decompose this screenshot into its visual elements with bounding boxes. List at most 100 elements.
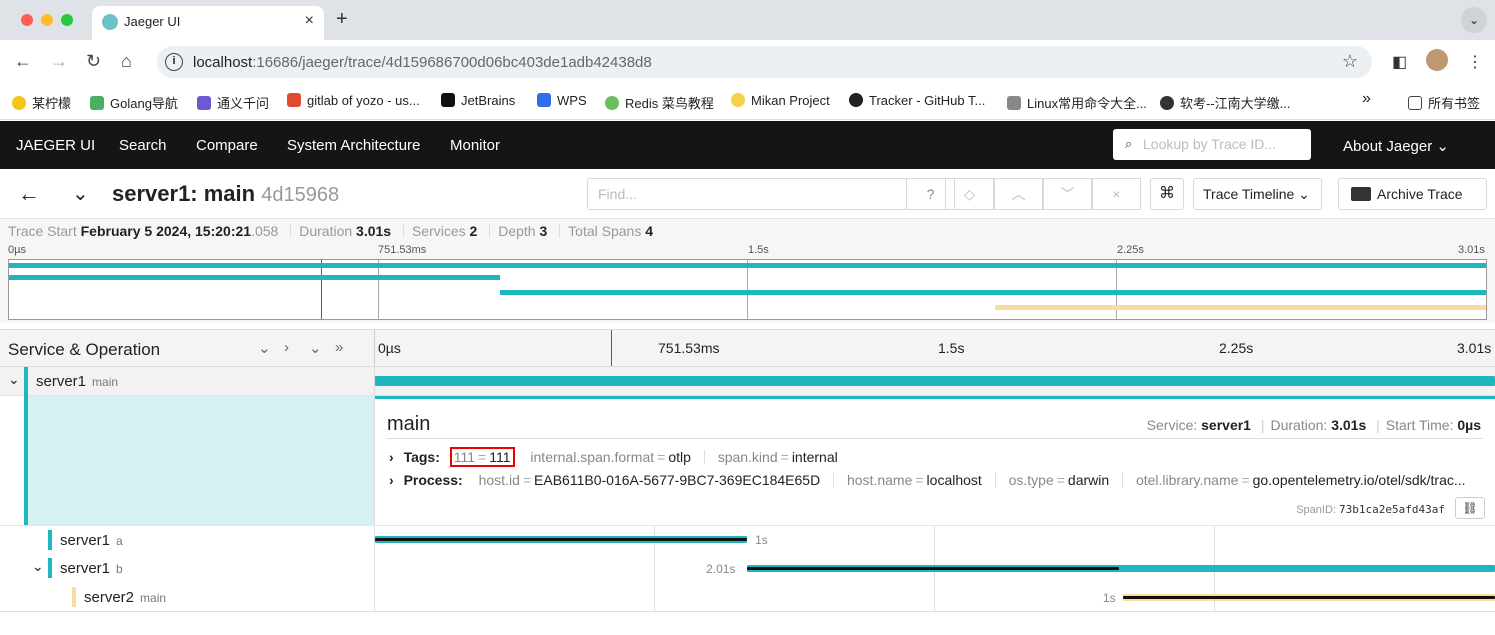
- nav-monitor-link[interactable]: Monitor: [450, 137, 500, 154]
- jaeger-favicon-icon: [102, 14, 118, 30]
- bookmark-item[interactable]: Tracker - GitHub T...: [849, 93, 985, 108]
- span-name-cell[interactable]: ⌄ server1 main: [0, 367, 375, 396]
- nav-system-architecture-link[interactable]: System Architecture: [287, 137, 420, 154]
- minimap-span-bar: [9, 275, 500, 280]
- collapse-all-icon[interactable]: »: [335, 339, 343, 356]
- archive-trace-button[interactable]: Archive Trace: [1338, 178, 1487, 210]
- process-item: host.id = EAB611B0-016A-5677-9BC7-369EC184…: [478, 472, 821, 488]
- process-item: otel.library.name = go.opentelemetry.io/ot…: [1135, 472, 1466, 488]
- service-operation-heading: Service & Operation: [8, 340, 161, 359]
- back-icon[interactable]: ←: [14, 51, 32, 72]
- zoom-window-button[interactable]: [61, 14, 73, 26]
- trace-short-id: 4d15968: [261, 184, 340, 206]
- bookmark-item[interactable]: 通义千问: [197, 93, 269, 112]
- timeline-tick: 3.01s: [1457, 340, 1492, 356]
- copy-link-icon[interactable]: ⛓: [1455, 497, 1485, 519]
- trace-stats: Trace Start February 5 2024, 15:20:21.05…: [0, 219, 1495, 243]
- timeline-tick: 1.5s: [938, 340, 965, 356]
- bookmark-item[interactable]: WPS: [537, 93, 587, 108]
- trace-id-input[interactable]: [1143, 133, 1303, 155]
- span-detail-name: main: [387, 413, 431, 435]
- tab-search-icon[interactable]: ⌄: [1461, 7, 1487, 33]
- minimap-span-bar: [499, 290, 1486, 295]
- span-service-name: server2 main: [84, 589, 167, 606]
- browser-menu-icon[interactable]: ⋮: [1467, 52, 1483, 72]
- collapse-span-icon[interactable]: ⌄: [32, 558, 44, 575]
- span-name-cell[interactable]: server2 main: [0, 583, 375, 611]
- browser-tab[interactable]: Jaeger UI ×: [92, 6, 324, 40]
- new-tab-icon[interactable]: +: [336, 8, 348, 31]
- view-select[interactable]: Trace Timeline ⌄: [1193, 178, 1322, 210]
- url-text: localhost:16686/jaeger/trace/4d159686700…: [193, 54, 652, 71]
- process-row[interactable]: › Process: host.id = EAB611B0-016A-5677-9B…: [389, 472, 1466, 488]
- tags-row[interactable]: › Tags: 111 = 111 internal.span.format = otl…: [389, 447, 838, 467]
- expand-one-icon[interactable]: ›: [284, 339, 289, 356]
- jaeger-brand-link[interactable]: JAEGER UI: [16, 137, 95, 154]
- close-tab-icon[interactable]: ×: [305, 12, 314, 30]
- prev-result-icon[interactable]: ︿: [994, 178, 1043, 210]
- nav-search-link[interactable]: Search: [119, 137, 167, 154]
- span-service-name: server1 b: [60, 560, 123, 577]
- timeline-tick: 2.25s: [1219, 340, 1254, 356]
- clear-search-icon[interactable]: ×: [1092, 178, 1141, 210]
- minimap-tick: 3.01s: [1458, 244, 1485, 256]
- back-arrow-icon[interactable]: ←: [18, 181, 40, 207]
- bookmark-item[interactable]: 软考--江南大学缴...: [1160, 93, 1291, 112]
- about-jaeger-menu[interactable]: About Jaeger ⌄: [1343, 137, 1449, 155]
- bookmark-star-icon[interactable]: ☆: [1342, 51, 1358, 72]
- reload-icon[interactable]: ↻: [86, 51, 101, 72]
- span-id: SpanID: 73b1ca2e5afd43af: [1296, 503, 1445, 516]
- collapse-one-icon[interactable]: ⌄: [258, 339, 271, 357]
- site-info-icon[interactable]: i: [165, 53, 183, 71]
- more-bookmarks-icon[interactable]: »: [1362, 90, 1371, 108]
- find-input[interactable]: [598, 180, 898, 208]
- locate-icon[interactable]: ◇: [945, 178, 994, 210]
- bookmark-item[interactable]: 某柠檬: [12, 93, 71, 112]
- nav-compare-link[interactable]: Compare: [196, 137, 258, 154]
- bookmark-item[interactable]: Golang导航: [90, 93, 178, 112]
- expand-all-icon[interactable]: ⌄: [309, 339, 322, 357]
- all-bookmarks-folder[interactable]: 所有书签: [1408, 93, 1480, 112]
- minimap-tick: 1.5s: [748, 244, 769, 256]
- bookmark-item[interactable]: Mikan Project: [731, 93, 830, 108]
- minimap-canvas[interactable]: [8, 259, 1487, 320]
- minimize-window-button[interactable]: [41, 14, 53, 26]
- bookmark-item[interactable]: JetBrains: [441, 93, 515, 108]
- next-result-icon[interactable]: ﹀: [1043, 178, 1092, 210]
- trace-title: server1: main 4d15968: [112, 181, 340, 206]
- timeline-cursor: [611, 330, 612, 366]
- bookmark-item[interactable]: Redis 菜鸟教程: [605, 93, 714, 112]
- process-item: host.name = localhost: [846, 472, 982, 488]
- url-field[interactable]: i localhost:16686/jaeger/trace/4d1596867…: [157, 46, 1372, 78]
- trace-start-value: February 5 2024, 15:20:21: [80, 223, 252, 239]
- bookmark-item[interactable]: gitlab of yozo - us...: [287, 93, 420, 108]
- collapse-chevron-icon[interactable]: ⌄: [72, 181, 89, 206]
- minimap-span-bar: [995, 305, 1486, 310]
- close-window-button[interactable]: [21, 14, 33, 26]
- browser-tab-bar: Jaeger UI × + ⌄: [0, 0, 1495, 40]
- trace-page-header: ← ⌄ server1: main 4d15968 ? ◇ ︿ ﹀ × ⌘ Tr…: [0, 169, 1495, 219]
- span-row[interactable]: server1 a: [0, 525, 1495, 554]
- span-name-cell[interactable]: server1 a: [0, 526, 375, 554]
- timeline-tick: 0µs: [378, 340, 401, 356]
- trace-minimap[interactable]: 0µs 751.53ms 1.5s 2.25s 3.01s: [0, 243, 1495, 323]
- address-bar-row: ← → ↻ ⌂ i localhost:16686/jaeger/trace/4…: [0, 40, 1495, 84]
- span-detail-panel: main Service: server1 | Duration: 3.01s |…: [375, 396, 1495, 525]
- keyboard-shortcuts-icon[interactable]: ⌘: [1150, 178, 1184, 210]
- jaeger-top-nav: JAEGER UI Search Compare System Architec…: [0, 121, 1495, 169]
- home-icon[interactable]: ⌂: [121, 51, 132, 72]
- bookmarks-bar: 某柠檬 Golang导航 通义千问 gitlab of yozo - us...…: [0, 84, 1495, 120]
- span-row[interactable]: server2 main: [0, 583, 1495, 612]
- trace-id-lookup: ⌕: [1113, 129, 1311, 160]
- span-row[interactable]: ⌄ server1 main: [0, 367, 1495, 396]
- profile-avatar[interactable]: [1426, 49, 1448, 71]
- span-row[interactable]: ⌄ server1 b: [0, 554, 1495, 583]
- find-field: [587, 178, 907, 210]
- trace-start-ms: .058: [251, 223, 279, 239]
- side-panel-icon[interactable]: ◧: [1392, 52, 1407, 72]
- column-resizer[interactable]: [374, 330, 375, 366]
- collapse-span-icon[interactable]: ⌄: [8, 371, 20, 388]
- span-name-cell[interactable]: ⌄ server1 b: [0, 554, 375, 583]
- forward-icon[interactable]: →: [50, 51, 68, 72]
- bookmark-item[interactable]: Linux常用命令大全...: [1007, 93, 1147, 112]
